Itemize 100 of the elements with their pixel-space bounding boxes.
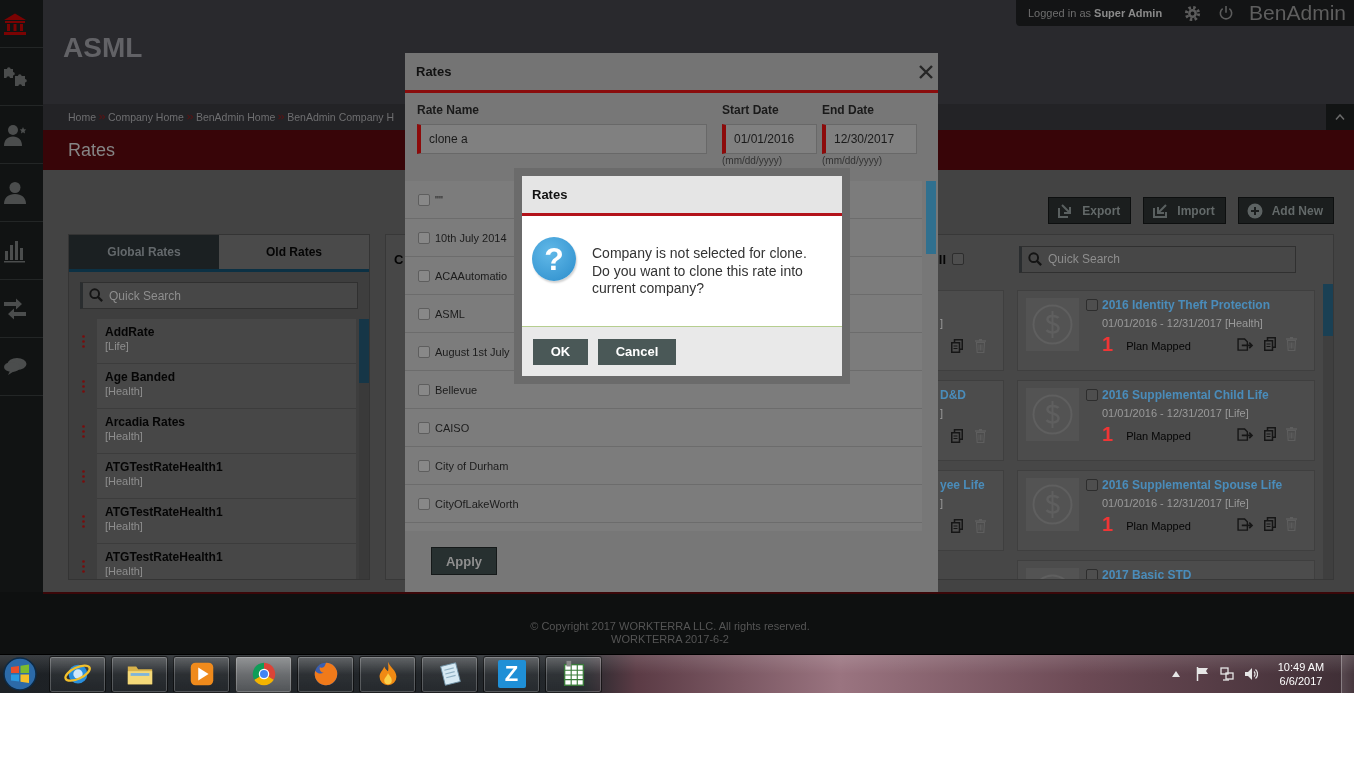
scrollbar[interactable]: [1323, 284, 1333, 579]
breadcrumb-link[interactable]: BenAdmin Home: [195, 111, 276, 123]
rate-name: ATGTestRateHealth1: [105, 505, 224, 519]
checkbox[interactable]: [418, 345, 430, 358]
power-icon[interactable]: [1218, 5, 1235, 21]
text-field[interactable]: 12/30/2017: [822, 124, 917, 154]
show-desktop-button[interactable]: [1341, 654, 1354, 694]
collapse-button[interactable]: [1326, 104, 1354, 130]
company-option: CAISO: [435, 421, 470, 434]
checkbox[interactable]: [418, 497, 430, 510]
text-field[interactable]: 01/01/2016: [722, 124, 817, 154]
export-icon[interactable]: [1237, 337, 1254, 351]
kebab-icon[interactable]: [81, 560, 85, 573]
card-title[interactable]: 2016 Supplemental Child Life: [1102, 388, 1269, 402]
start-button[interactable]: [0, 655, 40, 693]
kebab-icon[interactable]: [81, 470, 85, 483]
export-button[interactable]: Export: [1048, 197, 1132, 224]
copy-icon[interactable]: [1264, 517, 1276, 531]
flag-icon[interactable]: [1196, 667, 1209, 681]
rate-type: [Health]: [105, 384, 144, 398]
checkbox[interactable]: [418, 383, 430, 396]
add-new-button[interactable]: Add New: [1237, 197, 1334, 224]
version-text: WORKTERRA 2017-6-2: [611, 633, 729, 646]
search-field[interactable]: Quick Search: [80, 282, 358, 309]
speaker-icon[interactable]: [1244, 667, 1258, 681]
export-icon[interactable]: [1237, 427, 1254, 441]
taskbar-button[interactable]: [421, 655, 478, 693]
rate-name: Arcadia Rates: [105, 415, 187, 429]
dialog-message: Company is not selected for clone. Do you want to clone this rate into current company?: [592, 245, 807, 298]
card-dates: ]: [940, 407, 944, 419]
close-icon[interactable]: [919, 64, 933, 79]
clock-time[interactable]: 10:49 AM: [1277, 660, 1325, 674]
import-icon: [1152, 202, 1169, 219]
breadcrumb-link[interactable]: BenAdmin Company H: [287, 111, 395, 123]
checkbox[interactable]: [418, 193, 430, 206]
taskbar-button[interactable]: [545, 655, 602, 693]
clock-date[interactable]: 6/6/2017: [1279, 674, 1323, 688]
card-title[interactable]: 2017 Basic STD: [1102, 568, 1192, 579]
checkbox[interactable]: [1086, 299, 1098, 311]
copy-icon[interactable]: [951, 519, 963, 533]
bar-chart-icon: [3, 238, 27, 263]
tab[interactable]: Old Rates: [219, 235, 369, 269]
import-button[interactable]: Import: [1143, 197, 1226, 224]
checkbox[interactable]: [418, 459, 430, 472]
checkbox[interactable]: [952, 253, 964, 265]
tab[interactable]: Global Rates: [69, 235, 219, 269]
rate-type: [Life]: [105, 339, 130, 353]
checkbox[interactable]: [1086, 479, 1098, 491]
card-title[interactable]: 2016 Supplemental Spouse Life: [1102, 478, 1283, 492]
kebab-icon[interactable]: [81, 425, 85, 438]
copy-icon[interactable]: [1264, 427, 1276, 441]
panel-heading: C: [394, 251, 404, 267]
scrollbar[interactable]: [359, 319, 369, 579]
taskbar-button[interactable]: [111, 655, 168, 693]
card-title[interactable]: yee Life: [940, 478, 985, 492]
ok-button[interactable]: OK: [533, 338, 588, 365]
taskbar-button[interactable]: [49, 655, 106, 693]
breadcrumb-link[interactable]: Home: [68, 111, 96, 123]
network-icon[interactable]: [1220, 667, 1234, 681]
caret-up-icon: [1335, 114, 1345, 120]
checkbox[interactable]: [418, 421, 430, 434]
checkbox[interactable]: [418, 231, 430, 244]
card-title[interactable]: 2016 Identity Theft Protection: [1102, 298, 1271, 312]
kebab-icon[interactable]: [81, 380, 85, 393]
field-label: End Date: [822, 103, 875, 117]
checkbox[interactable]: [418, 269, 430, 282]
rate-type: [Health]: [105, 564, 144, 578]
apply-button[interactable]: Apply: [431, 547, 497, 575]
company-option: 10th July 2014: [435, 231, 507, 244]
kebab-icon[interactable]: [81, 335, 85, 348]
export-icon: [1057, 202, 1074, 219]
caret-up-icon[interactable]: [1172, 671, 1180, 677]
breadcrumb-link[interactable]: Company Home: [108, 111, 184, 123]
export-icon[interactable]: [1237, 517, 1254, 531]
plan-mapped-label: Plan Mapped: [1126, 519, 1191, 532]
rate-type: [Health]: [105, 519, 144, 533]
copy-icon[interactable]: [951, 339, 963, 353]
checkbox[interactable]: [418, 307, 430, 320]
transfer-arrows-icon: [3, 296, 27, 321]
select-all-label: ll: [938, 251, 946, 267]
company-option: City of Durham: [435, 459, 509, 472]
card-title[interactable]: D&D: [940, 388, 966, 402]
taskbar-button[interactable]: [235, 655, 292, 693]
chevrons-icon: [278, 114, 285, 120]
checkbox[interactable]: [1086, 569, 1098, 579]
taskbar-button[interactable]: [359, 655, 416, 693]
text-field[interactable]: clone a: [417, 124, 707, 154]
date-format-hint: (mm/dd/yyyy): [722, 155, 783, 166]
kebab-icon[interactable]: [81, 515, 85, 528]
copy-icon[interactable]: [951, 429, 963, 443]
search-field[interactable]: Quick Search: [1019, 245, 1296, 273]
checkbox[interactable]: [1086, 389, 1098, 401]
cancel-button[interactable]: Cancel: [598, 338, 676, 365]
settings-icon[interactable]: [1184, 4, 1202, 22]
taskbar-button[interactable]: [173, 655, 230, 693]
taskbar-button[interactable]: [297, 655, 354, 693]
company-option: ACAAutomatio: [435, 269, 508, 282]
copy-icon[interactable]: [1264, 337, 1276, 351]
rate-name: ATGTestRateHealth1: [105, 460, 224, 474]
taskbar-button[interactable]: Z: [483, 655, 540, 693]
